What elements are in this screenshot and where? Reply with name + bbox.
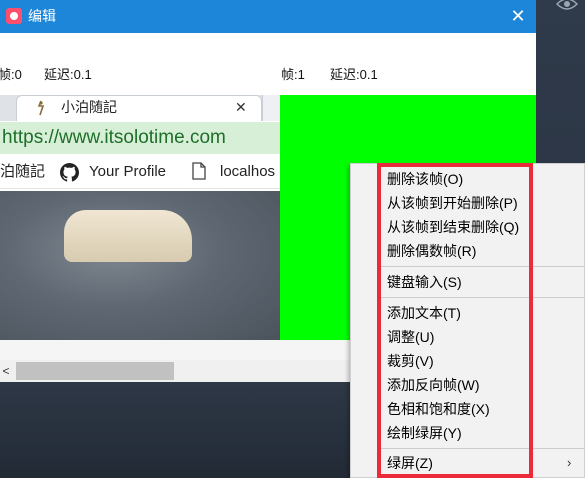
photo-object — [64, 210, 192, 262]
browser-tab: 小泊随記 ✕ — [16, 95, 262, 121]
next-tab — [262, 95, 280, 121]
menu-item-delete-to-start[interactable]: 从该帧到开始删除(P) — [387, 193, 518, 213]
menu-item-green-screen[interactable]: 绿屏(Z) — [387, 453, 433, 473]
bookmark-item: localhos — [220, 163, 276, 180]
menu-item-draw-green-screen[interactable]: 绘制绿屏(Y) — [387, 423, 462, 443]
frame-1-number: 帧:1 — [281, 67, 305, 82]
tab-title: 小泊随記 — [61, 99, 117, 115]
frame-0-delay: 延迟:0.1 — [44, 67, 92, 82]
frame-0-number: 帧:0 — [0, 67, 22, 82]
title-bar: 编辑 ✕ — [0, 0, 536, 33]
menu-item-hue-saturation[interactable]: 色相和饱和度(X) — [387, 399, 490, 419]
menu-item-delete-to-end[interactable]: 从该帧到结束删除(Q) — [387, 217, 519, 237]
menu-item-delete-even-frames[interactable]: 删除偶数帧(R) — [387, 241, 476, 261]
scroll-left-arrow[interactable]: < — [0, 362, 12, 380]
eye-icon[interactable] — [556, 0, 578, 14]
menu-item-add-reverse-frames[interactable]: 添加反向帧(W) — [387, 375, 480, 395]
browser-tab-bar: ‹ 小泊随記 ✕ — [0, 95, 280, 121]
document-icon — [192, 162, 206, 180]
window-title: 编辑 — [28, 8, 56, 24]
context-menu: 删除该帧(O) 从该帧到开始删除(P) 从该帧到结束删除(Q) 删除偶数帧(R)… — [350, 163, 585, 478]
screen: 编辑 ✕ 帧:0 延迟:0.1 帧:1 延迟:0.1 ‹ 小泊随記 ✕ — [0, 0, 585, 478]
github-icon — [60, 163, 79, 182]
tab-close-icon: ✕ — [235, 99, 247, 115]
app-icon — [6, 8, 22, 24]
menu-item-adjust[interactable]: 调整(U) — [387, 327, 434, 347]
menu-item-add-text[interactable]: 添加文本(T) — [387, 303, 461, 323]
bookmark-item: Your Profile — [89, 163, 166, 180]
frame-0-thumbnail[interactable]: ‹ 小泊随記 ✕ https://www.itsolotime.com 泊随記 — [0, 95, 280, 340]
menu-item-crop[interactable]: 裁剪(V) — [387, 351, 434, 371]
menu-item-delete-frame[interactable]: 删除该帧(O) — [387, 169, 463, 189]
menu-separator — [381, 297, 584, 298]
bookmark-item: 泊随記 — [0, 163, 46, 180]
menu-separator — [381, 266, 584, 267]
favicon-icon — [37, 100, 45, 116]
address-bar: https://www.itsolotime.com — [0, 122, 280, 154]
bookmarks-bar: 泊随記 Your Profile localhos — [0, 155, 280, 189]
close-button[interactable]: ✕ — [500, 0, 536, 33]
frame-1-delay: 延迟:0.1 — [330, 67, 378, 82]
scrollbar-thumb[interactable] — [16, 362, 174, 380]
menu-item-keyboard-input[interactable]: 键盘输入(S) — [387, 272, 462, 292]
menu-separator — [381, 448, 584, 449]
url-text: https://www.itsolotime.com — [2, 127, 226, 148]
submenu-arrow-icon: › — [567, 455, 572, 470]
